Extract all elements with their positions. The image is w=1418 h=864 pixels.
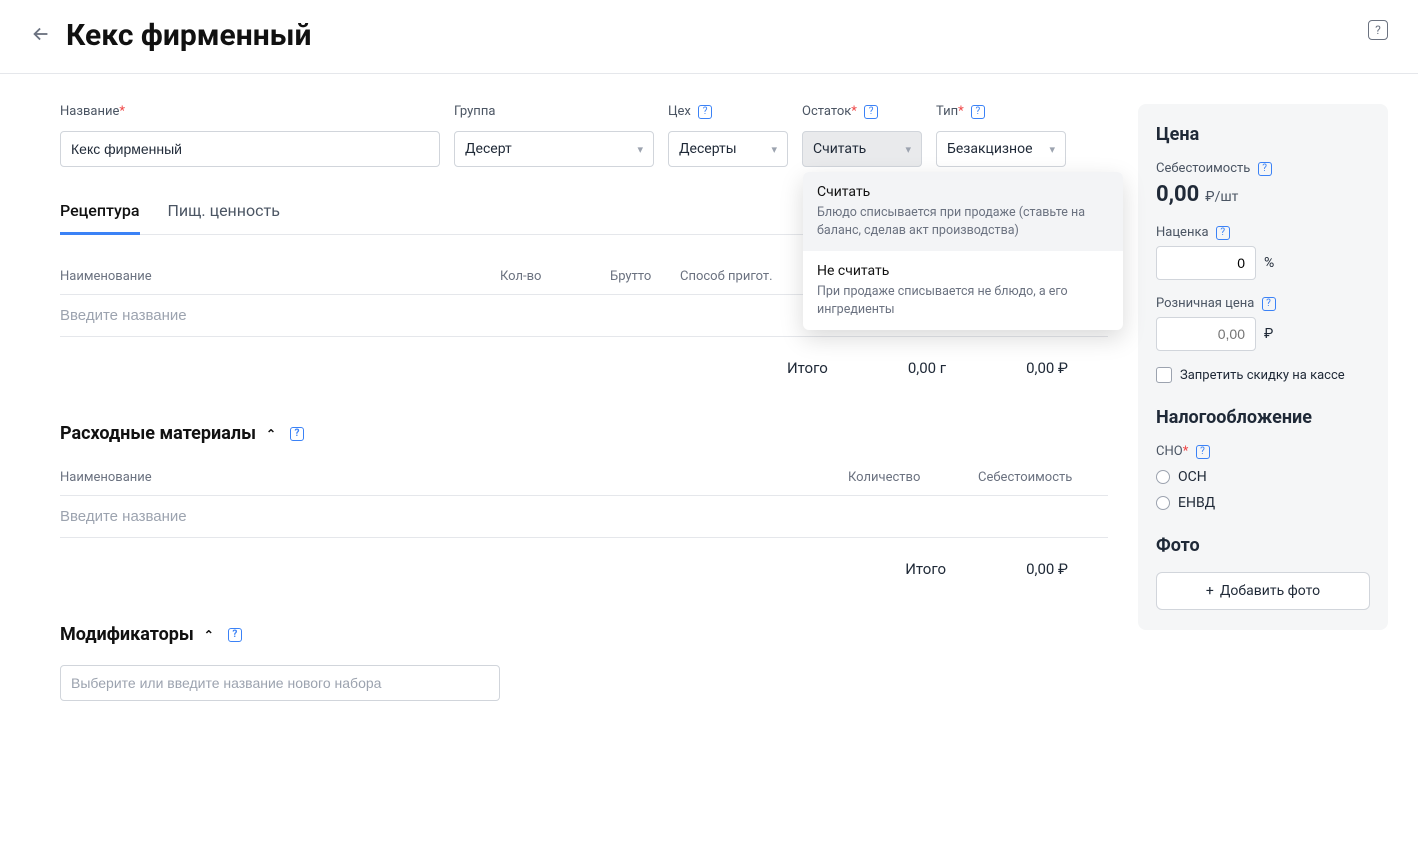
markup-unit: % — [1264, 255, 1274, 271]
col-cost: Себестоимость — [978, 470, 1108, 485]
col-name: Наименование — [60, 269, 500, 284]
shop-value: Десерты — [679, 141, 737, 157]
help-icon[interactable]: ? — [228, 628, 242, 642]
back-arrow-icon[interactable] — [30, 23, 52, 49]
help-icon[interactable]: ? — [971, 105, 985, 119]
add-photo-label: Добавить фото — [1220, 583, 1320, 599]
sno-option-osn: ОСН — [1178, 469, 1207, 485]
stock-option-count[interactable]: Считать Блюдо списывается при продаже (с… — [803, 172, 1123, 251]
option-desc: При продаже списывается не блюдо, а его … — [817, 283, 1109, 318]
price-heading: Цена — [1156, 124, 1370, 145]
option-title: Не считать — [817, 263, 1109, 279]
consum-total-label: Итого — [905, 560, 946, 578]
consumables-title: Расходные материалы — [60, 423, 256, 444]
stock-option-nocount[interactable]: Не считать При продаже списывается не бл… — [803, 251, 1123, 330]
help-icon[interactable]: ? — [290, 427, 304, 441]
help-icon[interactable]: ? — [1216, 226, 1230, 240]
consum-total-cost: 0,00 ₽ — [1026, 560, 1068, 578]
retail-unit: ₽ — [1264, 326, 1273, 342]
name-label: Название* — [60, 104, 440, 119]
collapse-icon[interactable]: ⌃ — [266, 427, 276, 441]
shop-select[interactable]: Десерты ▾ — [668, 131, 788, 167]
tax-heading: Налогообложение — [1156, 407, 1370, 428]
modifier-input[interactable] — [60, 665, 500, 701]
col-qty: Количество — [848, 470, 978, 485]
type-value: Безакцизное — [947, 141, 1033, 157]
help-icon[interactable]: ? — [1258, 162, 1272, 176]
col-qty: Кол-во — [500, 269, 610, 284]
type-select[interactable]: Безакцизное ▾ — [936, 131, 1066, 167]
help-icon[interactable]: ? — [864, 105, 878, 119]
stock-dropdown: Считать Блюдо списывается при продаже (с… — [803, 172, 1123, 330]
forbid-discount-label: Запретить скидку на кассе — [1180, 368, 1345, 383]
recipe-total-weight: 0,00 г — [908, 359, 946, 377]
add-photo-button[interactable]: + Добавить фото — [1156, 572, 1370, 610]
stock-value: Считать — [813, 141, 866, 157]
tab-nutrition[interactable]: Пищ. ценность — [168, 201, 280, 234]
sno-radio-osn[interactable] — [1156, 470, 1170, 484]
sno-radio-envd[interactable] — [1156, 496, 1170, 510]
group-value: Десерт — [465, 141, 512, 157]
group-select[interactable]: Десерт ▾ — [454, 131, 654, 167]
stock-label: Остаток* ? — [802, 104, 922, 119]
help-icon[interactable]: ? — [1368, 20, 1388, 40]
markup-input[interactable] — [1156, 246, 1256, 280]
markup-label: Наценка ? — [1156, 225, 1370, 240]
consumable-name-input[interactable] — [60, 508, 1108, 525]
chevron-down-icon: ▾ — [1049, 143, 1055, 156]
cost-label: Себестоимость ? — [1156, 161, 1370, 176]
forbid-discount-checkbox[interactable] — [1156, 367, 1172, 383]
retail-input[interactable] — [1156, 317, 1256, 351]
recipe-total-label: Итого — [787, 359, 828, 377]
col-method: Способ пригот. — [680, 269, 810, 284]
group-label: Группа — [454, 104, 654, 119]
tab-recipe[interactable]: Рецептура — [60, 201, 140, 235]
cost-value: 0,00 — [1156, 182, 1199, 207]
help-icon[interactable]: ? — [698, 105, 712, 119]
sno-option-envd: ЕНВД — [1178, 495, 1215, 511]
photo-heading: Фото — [1156, 535, 1370, 556]
col-name: Наименование — [60, 470, 848, 485]
chevron-down-icon: ▾ — [905, 143, 911, 156]
option-desc: Блюдо списывается при продаже (ставьте н… — [817, 204, 1109, 239]
option-title: Считать — [817, 184, 1109, 200]
name-input[interactable] — [60, 131, 440, 167]
modifiers-title: Модификаторы — [60, 624, 194, 645]
stock-select[interactable]: Считать ▾ Считать Блюдо списывается при … — [802, 131, 922, 167]
collapse-icon[interactable]: ⌃ — [204, 628, 214, 642]
plus-icon: + — [1206, 583, 1214, 599]
help-icon[interactable]: ? — [1196, 445, 1210, 459]
cost-unit: ₽/шт — [1205, 189, 1238, 205]
retail-label: Розничная цена ? — [1156, 296, 1370, 311]
chevron-down-icon: ▾ — [637, 143, 643, 156]
page-title: Кекс фирменный — [66, 18, 312, 53]
sno-label: СНО* ? — [1156, 444, 1370, 459]
col-gross: Брутто — [610, 269, 680, 284]
recipe-total-cost: 0,00 ₽ — [1026, 359, 1068, 377]
help-icon[interactable]: ? — [1262, 297, 1276, 311]
type-label: Тип* ? — [936, 104, 1066, 119]
shop-label: Цех ? — [668, 104, 788, 119]
chevron-down-icon: ▾ — [771, 143, 777, 156]
